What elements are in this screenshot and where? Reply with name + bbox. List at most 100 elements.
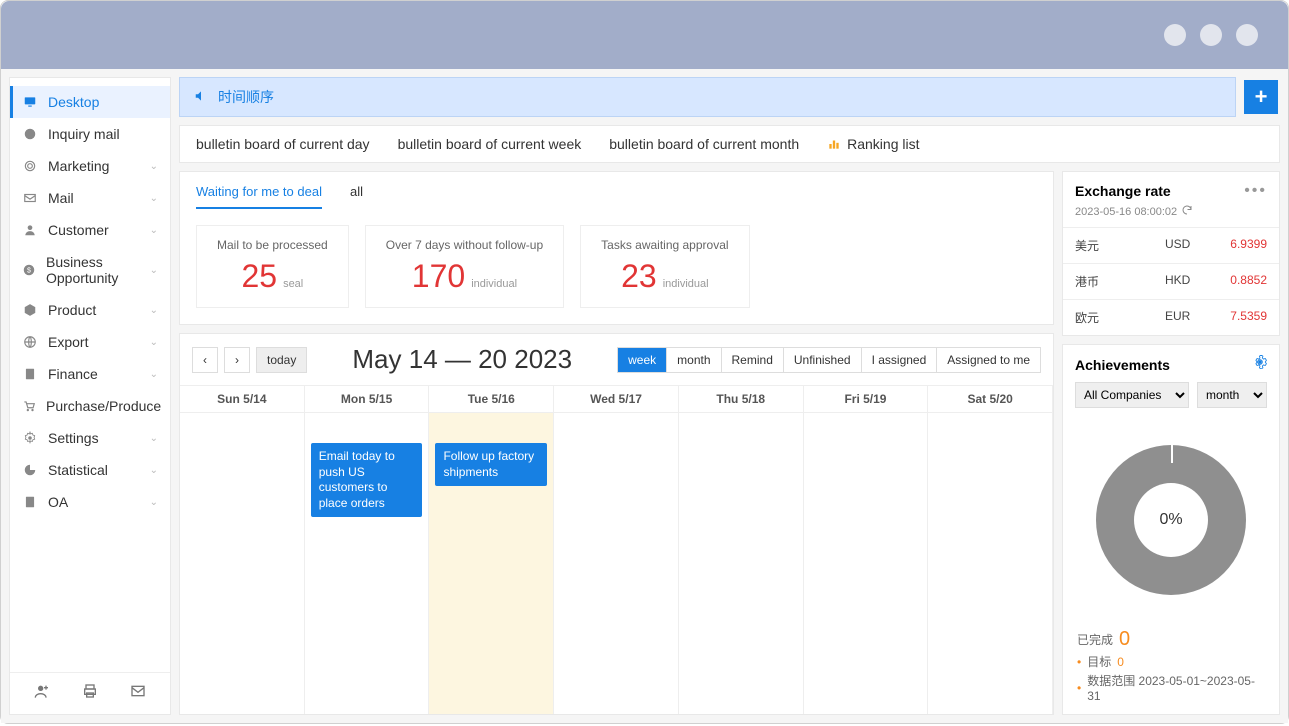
calendar-event[interactable]: Follow up factory shipments (435, 443, 547, 486)
sidebar-item-label: Product (48, 302, 96, 318)
desktop-icon (22, 94, 38, 110)
sidebar-item-label: Settings (48, 430, 99, 446)
sidebar-item-export[interactable]: Export⌄ (10, 326, 170, 358)
sidebar-item-label: Desktop (48, 94, 99, 110)
calendar-title: May 14 — 20 2023 (313, 344, 611, 375)
achievements-donut-chart: 0% (1096, 445, 1246, 595)
mail-icon (22, 190, 38, 206)
chevron-down-icon: ⌄ (150, 193, 158, 204)
gear-icon (22, 430, 38, 446)
calendar-day-header: Sat 5/20 (928, 386, 1053, 413)
currency-code: USD (1125, 237, 1230, 254)
calendar-day-column[interactable] (928, 413, 1053, 714)
calendar-today-button[interactable]: today (256, 347, 307, 373)
completed-value: 0 (1119, 628, 1130, 651)
currency-code: EUR (1125, 309, 1230, 326)
sidebar-item-label: OA (48, 494, 68, 510)
sidebar-item-label: Marketing (48, 158, 109, 174)
print-icon[interactable] (82, 683, 98, 704)
target-label: 目标 (1087, 653, 1111, 670)
gear-icon[interactable] (1253, 355, 1267, 374)
target-icon (22, 158, 38, 174)
task-card-value: 23 (621, 258, 657, 295)
calendar-event[interactable]: Email today to push US customers to plac… (311, 443, 423, 517)
currency-rate: 0.8852 (1230, 273, 1267, 290)
mail-icon[interactable] (130, 683, 146, 704)
more-icon[interactable]: ••• (1244, 182, 1267, 200)
chevron-down-icon: ⌄ (150, 225, 158, 236)
bulletin-tab[interactable]: bulletin board of current week (398, 136, 582, 152)
currency-cn: 欧元 (1075, 309, 1125, 326)
sidebar-item-product[interactable]: Product⌄ (10, 294, 170, 326)
calendar-day-column[interactable]: Email today to push US customers to plac… (305, 413, 430, 714)
exchange-title: Exchange rate (1075, 183, 1171, 199)
task-card-title: Tasks awaiting approval (601, 238, 728, 252)
calendar-day-column[interactable] (180, 413, 305, 714)
calendar-next-button[interactable]: › (224, 347, 250, 373)
calc-icon (22, 366, 38, 382)
sidebar-item-business-opportunity[interactable]: $Business Opportunity⌄ (10, 246, 170, 294)
achievements-title: Achievements (1075, 357, 1170, 373)
sidebar-item-inquiry-mail[interactable]: Inquiry mail (10, 118, 170, 150)
calendar-day-column[interactable] (554, 413, 679, 714)
task-card[interactable]: Over 7 days without follow-up170individu… (365, 225, 564, 308)
user-add-icon[interactable] (34, 683, 50, 704)
calendar-view-remind[interactable]: Remind (721, 348, 783, 372)
task-card-title: Over 7 days without follow-up (386, 238, 543, 252)
task-card-unit: seal (283, 278, 303, 290)
window-button[interactable] (1236, 24, 1258, 46)
calendar-view-i-assigned[interactable]: I assigned (861, 348, 937, 372)
calendar-view-month[interactable]: month (666, 348, 720, 372)
calendar-prev-button[interactable]: ‹ (192, 347, 218, 373)
sidebar-item-settings[interactable]: Settings ⌄ (10, 422, 170, 454)
tab-all[interactable]: all (350, 184, 363, 209)
bulletin-tab[interactable]: bulletin board of current month (609, 136, 799, 152)
box-icon (22, 302, 38, 318)
target-value: 0 (1117, 655, 1124, 669)
bulletin-tabs: bulletin board of current day bulletin bo… (179, 125, 1280, 163)
task-card-unit: individual (663, 278, 709, 290)
sidebar-item-finance[interactable]: Finance ⌄ (10, 358, 170, 390)
window-titlebar (1, 1, 1288, 69)
sidebar-item-label: Customer (48, 222, 109, 238)
chevron-down-icon: ⌄ (150, 433, 158, 444)
calendar-day-column[interactable]: Follow up factory shipments (429, 413, 554, 714)
range-label: 数据范围 2023-05-01~2023-05-31 (1087, 672, 1265, 703)
tasks-panel: Waiting for me to deal all Mail to be pr… (179, 171, 1054, 325)
window-button[interactable] (1200, 24, 1222, 46)
chevron-down-icon: ⌄ (150, 497, 158, 508)
sidebar-item-mail[interactable]: Mail⌄ (10, 182, 170, 214)
doc-icon (22, 494, 38, 510)
calendar-day-header: Fri 5/19 (804, 386, 929, 413)
task-card[interactable]: Tasks awaiting approval 23 individual (580, 225, 749, 308)
notice-text: 时间顺序 (218, 87, 274, 107)
refresh-icon[interactable] (1181, 204, 1193, 219)
bulletin-tab[interactable]: bulletin board of current day (196, 136, 370, 152)
window-button[interactable] (1164, 24, 1186, 46)
sidebar-item-purchase-produce[interactable]: Purchase/Produce (10, 390, 170, 422)
calendar-panel: ‹ › today May 14 — 20 2023 weekmonthRemi… (179, 333, 1054, 715)
calendar-day-column[interactable] (804, 413, 929, 714)
sidebar-item-customer[interactable]: Customer ⌄ (10, 214, 170, 246)
donut-percent: 0% (1134, 483, 1208, 557)
sidebar-item-oa[interactable]: OA ⌄ (10, 486, 170, 518)
calendar-view-week[interactable]: week (618, 348, 666, 372)
add-button[interactable]: + (1244, 80, 1278, 114)
calendar-view-unfinished[interactable]: Unfinished (783, 348, 861, 372)
company-select[interactable]: All Companies (1075, 382, 1189, 408)
sidebar-item-label: Finance (48, 366, 98, 382)
ranking-tab[interactable]: Ranking list (827, 136, 919, 152)
sidebar-item-marketing[interactable]: Marketing⌄ (10, 150, 170, 182)
calendar-day-column[interactable] (679, 413, 804, 714)
period-select[interactable]: month (1197, 382, 1267, 408)
exchange-row: 欧元EUR7.5359 (1063, 299, 1279, 335)
calendar-day-header: Wed 5/17 (554, 386, 679, 413)
chevron-down-icon: ⌄ (150, 369, 158, 380)
calendar-view-assigned-to-me[interactable]: Assigned to me (936, 348, 1040, 372)
sidebar-item-label: Export (48, 334, 88, 350)
sidebar-item-statistical[interactable]: Statistical⌄ (10, 454, 170, 486)
sidebar-item-desktop[interactable]: Desktop (10, 86, 170, 118)
task-card-unit: individual (471, 278, 517, 290)
task-card[interactable]: Mail to be processed25seal (196, 225, 349, 308)
tab-waiting[interactable]: Waiting for me to deal (196, 184, 322, 209)
